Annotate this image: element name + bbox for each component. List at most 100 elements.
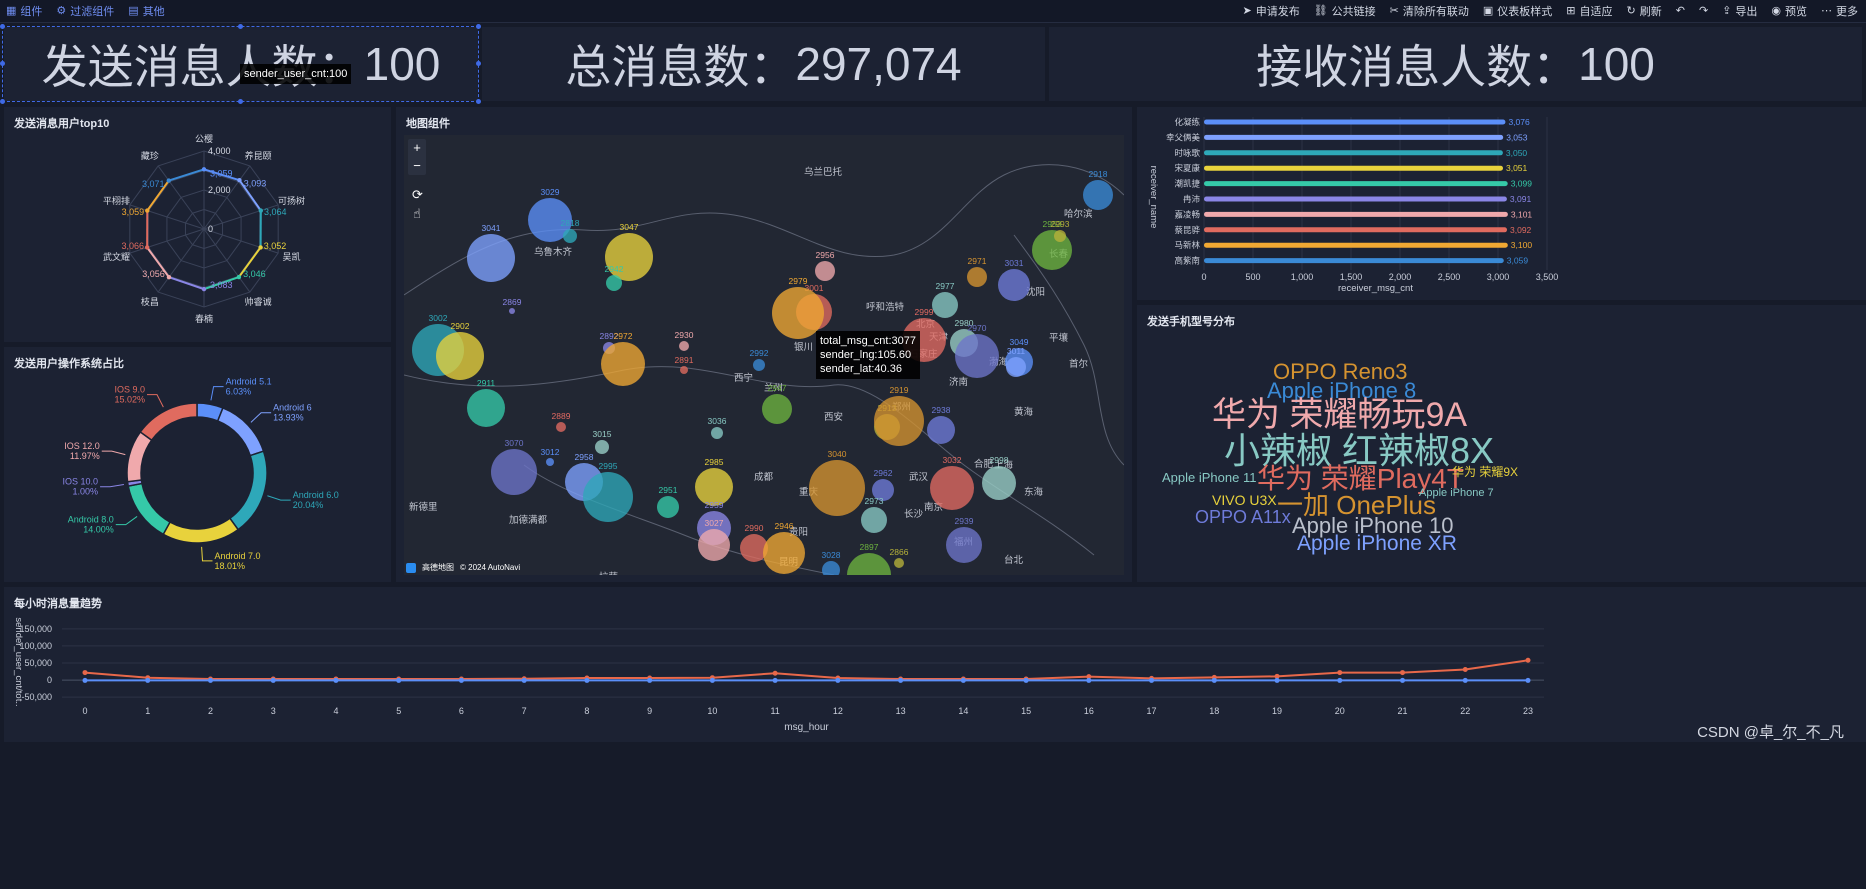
undo-button[interactable]: ↶ bbox=[1675, 4, 1685, 17]
radar-value-label: 3,052 bbox=[264, 241, 287, 251]
publish-button[interactable]: ➤ 申请发布 bbox=[1242, 3, 1299, 19]
map-place-label: 加德满都 bbox=[509, 514, 548, 526]
zoom-out-button[interactable]: − bbox=[408, 157, 426, 175]
map-bubble bbox=[809, 460, 865, 516]
radar-point bbox=[144, 245, 150, 250]
radar-series-edge bbox=[168, 168, 205, 182]
fit-button[interactable]: ⊞ 自适应 bbox=[1566, 3, 1612, 19]
radar-category-label: 春楠 bbox=[195, 313, 213, 324]
map-bubble bbox=[698, 529, 730, 561]
redo-button[interactable]: ↷ bbox=[1699, 5, 1708, 17]
map-bubble bbox=[556, 422, 566, 432]
kpi-value: 100 bbox=[1578, 38, 1655, 90]
map-bubble-label: 2990 bbox=[745, 523, 764, 533]
line-x-tick: 0 bbox=[82, 706, 87, 716]
receiver-bar-chart[interactable]: 0 500 1,000 1,500 2,000 2,500 3,000 3,500 化凝练 3,0… bbox=[1137, 107, 1866, 300]
kpi-receiver-count[interactable]: 接收消息人数： 100 bbox=[1049, 27, 1862, 101]
donut-chart[interactable]: Android 5.16.03% Android 613.93% Android 6… bbox=[4, 347, 391, 582]
line-y-axis-label: sender_user_cnt/tot.. bbox=[13, 617, 24, 706]
map-bubble-label: 2962 bbox=[874, 468, 893, 478]
map-bubble bbox=[657, 496, 679, 518]
map-bubble bbox=[583, 472, 633, 522]
radar-value-label: 3,059 bbox=[210, 168, 233, 178]
map-place-label: 呼和浩特 bbox=[866, 301, 905, 313]
line-point bbox=[772, 677, 778, 683]
wordcloud[interactable]: OPPO Reno3 Apple iPhone 8 华为 荣耀畅玩9A 小辣椒 红辣椒… bbox=[1137, 305, 1866, 582]
hbar-value-label: 3,051 bbox=[1506, 163, 1528, 173]
line-point bbox=[145, 677, 151, 683]
hbar-x-tick: 0 bbox=[1201, 272, 1206, 282]
refresh-button[interactable]: ↻ 刷新 bbox=[1627, 3, 1662, 19]
fit-icon: ⊞ bbox=[1566, 4, 1576, 17]
hbar-category-label: 幸父俩美 bbox=[1166, 132, 1201, 142]
line-point bbox=[521, 677, 527, 683]
undo-icon: ↶ bbox=[1675, 4, 1685, 17]
map-place-label: 拉萨 bbox=[599, 571, 619, 575]
line-point bbox=[1023, 677, 1029, 683]
component-menu[interactable]: ▦ 组件 bbox=[6, 3, 42, 19]
radar-category-label: 吴凯 bbox=[282, 251, 300, 262]
dashboard-style-button[interactable]: ▣ 仪表板样式 bbox=[1483, 3, 1552, 19]
map-bubble bbox=[932, 292, 958, 318]
line-x-tick: 16 bbox=[1084, 706, 1094, 716]
radar-category-label: 平栩排 bbox=[103, 195, 130, 206]
map-bubble-label: 3032 bbox=[943, 455, 962, 465]
clear-linkage-button[interactable]: ✂ 清除所有联动 bbox=[1390, 3, 1469, 19]
filter-component-menu[interactable]: ⚙ 过滤组件 bbox=[56, 3, 114, 19]
export-button[interactable]: ⇪ 导出 bbox=[1722, 3, 1757, 19]
map-place-label: 乌兰巴托 bbox=[804, 166, 843, 178]
kpi-total-messages[interactable]: 总消息数： 297,074 bbox=[482, 27, 1045, 101]
donut-percent-label: 18.01% bbox=[214, 561, 245, 571]
radar-chart[interactable]: 公樱养昆颐可扬树吴凯帅睿诚春楠 枝昌 武文耀 平栩排 藏珍 4,000 2,000 0 3,05… bbox=[4, 107, 391, 342]
hbar-x-tick: 3,500 bbox=[1536, 272, 1559, 282]
hbar-bar bbox=[1204, 134, 1504, 140]
line-x-tick: 22 bbox=[1460, 706, 1470, 716]
map-bubble-label: 2998 bbox=[990, 455, 1009, 465]
map-bubble bbox=[1083, 180, 1113, 210]
line-x-tick: 18 bbox=[1209, 706, 1219, 716]
donut-leader-line bbox=[146, 394, 164, 408]
component-icon: ▦ bbox=[6, 4, 17, 17]
public-link-button[interactable]: ⛓ 公共链接 bbox=[1314, 3, 1376, 19]
donut-category-label: IOS 10.0 bbox=[63, 477, 99, 487]
line-point bbox=[1462, 677, 1468, 683]
radar-point bbox=[237, 178, 242, 183]
line-point bbox=[1149, 677, 1155, 683]
hbar-bar bbox=[1204, 211, 1508, 217]
map-bubble bbox=[946, 527, 982, 563]
hbar-x-tick: 500 bbox=[1245, 272, 1260, 282]
radar-panel: 发送消息用户top10 公樱 养昆颐 可扬树 吴凯 帅睿诚 春楠 枝昌 武文耀 平栩排 藏珍 4,0… bbox=[4, 107, 391, 342]
map-bubble bbox=[595, 440, 609, 454]
donut-slice bbox=[162, 517, 240, 544]
wordcloud-word: Apple iPhone 11 bbox=[1162, 470, 1257, 485]
unlink-icon: ✂ bbox=[1389, 4, 1399, 17]
hbar-value-label: 3,053 bbox=[1506, 132, 1528, 142]
map-bubble-label: 2942 bbox=[605, 264, 624, 274]
map-bubble-label: 2973 bbox=[865, 496, 884, 506]
donut-panel: 发送用户操作系统占比 Android 5.1 6.03% Android 6 13.9… bbox=[4, 347, 391, 582]
map-tooltip: total_msg_cnt:3077 sender_lng:105.60 sen… bbox=[816, 331, 921, 379]
map-bubble bbox=[467, 389, 505, 427]
hand-pointer-icon[interactable]: ☝ bbox=[413, 206, 421, 222]
hourly-trend-chart[interactable]: 150,000100,00050,0000-50,0000 1 2 3 4 5 6 7 8 9 10… bbox=[4, 587, 1866, 742]
kpi-label: 接收消息人数： bbox=[1256, 41, 1579, 93]
more-button[interactable]: ⋯ 更多 bbox=[1821, 3, 1858, 19]
kpi-value: 100 bbox=[363, 38, 441, 90]
hbar-category-label: 高紫南 bbox=[1174, 256, 1200, 266]
other-menu[interactable]: ▤ 其他 bbox=[128, 3, 164, 19]
map-bubble bbox=[1054, 230, 1066, 242]
map-bubble-label: 2985 bbox=[705, 457, 724, 467]
wordcloud-panel: 发送手机型号分布 OPPO Reno3 Apple iPhone 8 华为 荣耀畅玩… bbox=[1137, 305, 1866, 582]
map-place-label: 成都 bbox=[754, 471, 774, 483]
radar-point bbox=[201, 286, 207, 292]
preview-button[interactable]: ◉ 预览 bbox=[1771, 3, 1807, 19]
zoom-in-button[interactable]: + bbox=[408, 139, 426, 157]
map-canvas[interactable]: 乌兰巴托哈尔滨长春沈阳乌鲁木齐呼和浩特银川北京天津石家庄济南西宁兰州西安郑州武汉… bbox=[404, 135, 1124, 575]
map-place-label: 长沙 bbox=[904, 508, 924, 520]
donut-slice bbox=[216, 406, 265, 457]
compass-icon[interactable]: ⟳ bbox=[412, 187, 423, 203]
map-place-label: 武汉 bbox=[909, 471, 929, 483]
map-bubble-label: 2930 bbox=[675, 330, 694, 340]
radar-point bbox=[166, 178, 172, 183]
hbar-y-axis-label: receiver_name bbox=[1148, 166, 1159, 229]
